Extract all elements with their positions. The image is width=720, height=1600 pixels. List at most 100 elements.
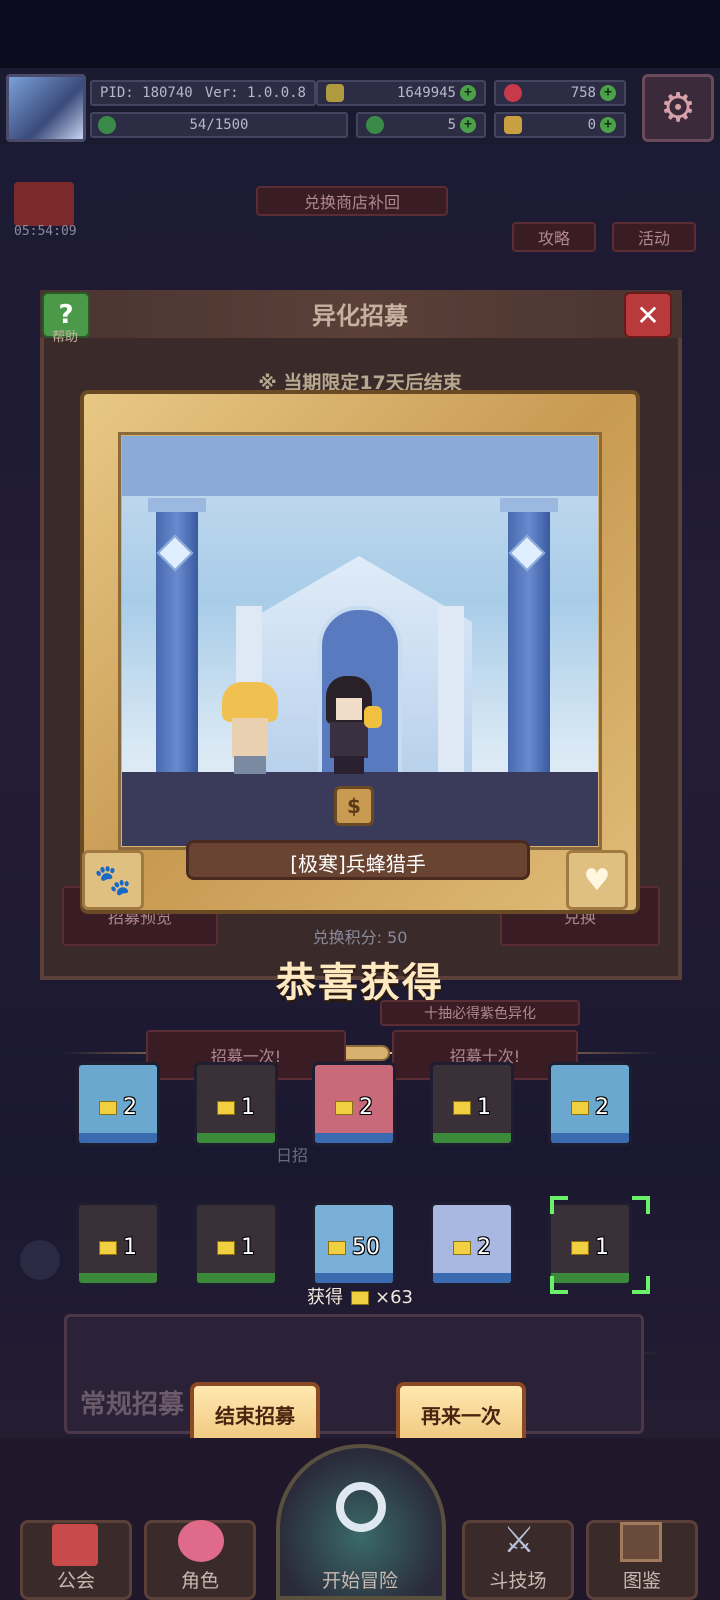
reward-count: 50	[315, 1235, 393, 1260]
reward-count-value: 1	[477, 1095, 491, 1120]
character-name: [极寒]兵蜂猎手	[290, 852, 426, 876]
nav-arena-label: 斗技场	[489, 1570, 547, 1592]
guild-icon	[52, 1524, 98, 1566]
reward-count: 1	[197, 1235, 275, 1260]
scene-pillar-cap-left	[148, 498, 206, 512]
dialog-title: 异化招募	[312, 302, 408, 330]
event-banner[interactable]: 兑换商店补回	[256, 186, 448, 216]
normal-recruit-label: 常规招募	[80, 1390, 185, 1420]
reward-slot[interactable]: 2	[312, 1062, 396, 1146]
reward-count: 2	[551, 1095, 629, 1120]
reward-count: 1	[79, 1235, 157, 1260]
end-recruit-button[interactable]: 结束招募	[190, 1382, 320, 1446]
collapse-icon[interactable]	[20, 1240, 60, 1280]
obtain-label: 获得	[307, 1287, 343, 1308]
reward-count-value: 1	[241, 1095, 255, 1120]
role-icon	[178, 1520, 224, 1562]
fragment-icon	[351, 1291, 369, 1305]
nav-codex-label: 图鉴	[622, 1570, 661, 1592]
pid-version-field: PID: 180740 Ver: 1.0.0.8	[90, 80, 316, 106]
reward-slot[interactable]: 50	[312, 1202, 396, 1286]
gold-value: 1649945	[396, 85, 456, 101]
ten-pull-hint: 十抽必得紫色异化	[380, 1000, 580, 1026]
guide-button[interactable]: 攻略	[512, 222, 596, 252]
paw-icon: 🐾	[82, 850, 144, 910]
stamina-value: 54/1500	[189, 117, 249, 133]
character-blonde-sprite	[214, 682, 286, 776]
rarity-strip	[551, 1133, 629, 1143]
rarity-strip	[433, 1273, 511, 1283]
reward-count-value: 2	[123, 1095, 137, 1120]
selection-corner-tl	[550, 1196, 568, 1214]
gem-icon	[504, 84, 522, 102]
scene-ceiling	[122, 436, 598, 496]
fragment-icon	[571, 1101, 589, 1115]
help-label: 帮助	[51, 330, 78, 345]
reward-slot[interactable]: 1	[194, 1062, 278, 1146]
clover-icon	[366, 116, 384, 134]
clover-field: 5 +	[356, 112, 486, 138]
reward-count: 1	[197, 1095, 275, 1120]
fragment-icon	[328, 1241, 346, 1255]
gem-value: 758	[570, 85, 596, 101]
scene-column-b	[438, 606, 464, 776]
obtain-count: ×63	[375, 1287, 413, 1308]
add-clover-icon[interactable]: +	[460, 117, 476, 133]
reward-slot[interactable]: 1	[194, 1202, 278, 1286]
exchange-points: 兑换积分: 50	[312, 928, 408, 947]
gem-field: 758 +	[494, 80, 626, 106]
rarity-strip	[79, 1273, 157, 1283]
add-gem-icon[interactable]: +	[600, 85, 616, 101]
rarity-strip	[197, 1133, 275, 1143]
magnifier-icon	[336, 1482, 386, 1532]
heart-icon: ♥	[566, 850, 628, 910]
reward-count-value: 2	[359, 1095, 373, 1120]
fragment-icon	[217, 1101, 235, 1115]
rarity-strip	[79, 1133, 157, 1143]
reward-count-value: 1	[123, 1235, 137, 1260]
player-avatar[interactable]	[6, 74, 86, 142]
add-gold-icon[interactable]: +	[460, 85, 476, 101]
reward-slot[interactable]: 1	[430, 1062, 514, 1146]
reward-count: 2	[315, 1095, 393, 1120]
fragment-icon	[335, 1101, 353, 1115]
gift-icon[interactable]	[14, 182, 74, 226]
fragment-icon	[453, 1101, 471, 1115]
codex-book-icon	[620, 1522, 662, 1562]
reward-count-value: 2	[477, 1235, 491, 1260]
obtain-summary: 获得 ×63	[0, 1283, 720, 1309]
reward-count-value: 1	[241, 1235, 255, 1260]
reward-slot[interactable]: 2	[548, 1062, 632, 1146]
activity-button[interactable]: 活动	[612, 222, 696, 252]
recruit-again-button[interactable]: 再来一次	[396, 1382, 526, 1446]
rarity-strip	[315, 1273, 393, 1283]
reward-slot[interactable]: 1	[76, 1202, 160, 1286]
ticket-field: 0 +	[494, 112, 626, 138]
daily-hint: 日招	[276, 1146, 309, 1165]
congrats-title: 恭喜获得	[276, 960, 444, 1006]
clover-stamina-icon	[98, 116, 116, 134]
settings-gear-icon[interactable]: ⚙	[642, 74, 714, 142]
gold-field: 1649945 +	[316, 80, 486, 106]
reward-slot[interactable]: 2	[430, 1202, 514, 1286]
stamina-field: 54/1500	[90, 112, 348, 138]
nav-role-label: 角色	[180, 1570, 219, 1592]
gold-coin-icon	[326, 84, 344, 102]
ticket-icon	[504, 116, 522, 134]
scene-pillar-cap-right	[500, 498, 558, 512]
clover-value: 5	[447, 117, 456, 133]
selection-corner-tr	[632, 1196, 650, 1214]
fragment-icon	[571, 1241, 589, 1255]
add-ticket-icon[interactable]: +	[600, 117, 616, 133]
reward-slot[interactable]: 1	[548, 1202, 632, 1286]
reward-count-value: 2	[595, 1095, 609, 1120]
reward-count: 1	[433, 1095, 511, 1120]
reward-slot[interactable]: 2	[76, 1062, 160, 1146]
rarity-strip	[433, 1133, 511, 1143]
crossed-swords-icon: ⚔	[502, 1520, 536, 1561]
fragment-icon	[99, 1101, 117, 1115]
reward-count: 2	[79, 1095, 157, 1120]
nav-start-label: 开始冒险	[321, 1570, 398, 1592]
close-button[interactable]: ✕	[624, 292, 672, 338]
status-bar-area	[0, 0, 720, 68]
